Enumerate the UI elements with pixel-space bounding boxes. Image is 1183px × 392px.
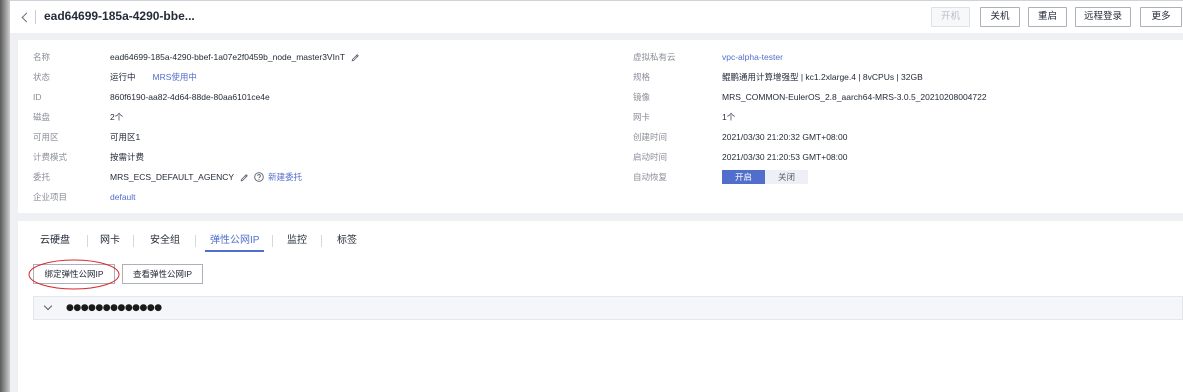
page-title: ead64699-185a-4290-bbe... (44, 9, 195, 23)
summary-row-id: ID 860f6190-aa82-4d64-88de-80aa6101ce4e (33, 91, 270, 103)
label-flavor: 规格 (633, 72, 651, 82)
created-time-value: 2021/03/30 21:20:32 GMT+08:00 (722, 132, 848, 142)
label-billing: 计费模式 (33, 152, 68, 162)
summary-row-disks: 磁盘 2个 (33, 111, 123, 123)
label-az: 可用区 (33, 132, 59, 142)
started-time-value: 2021/03/30 21:20:53 GMT+08:00 (722, 152, 848, 162)
more-button[interactable]: 更多 (1140, 7, 1182, 27)
back-chevron-left-icon[interactable] (18, 10, 30, 24)
summary-row-az: 可用区 可用区1 (33, 131, 140, 143)
agency-value: MRS_ECS_DEFAULT_AGENCY (110, 172, 235, 182)
label-nic: 网卡 (633, 112, 651, 122)
tab-monitoring[interactable]: 监控 (282, 232, 312, 252)
flavor-value: 鲲鹏通用计算增强型 | kc1.2xlarge.4 | 8vCPUs | 32G… (722, 72, 923, 82)
label-started-time: 启动时间 (633, 152, 668, 162)
summary-row-started: 启动时间 2021/03/30 21:20:53 GMT+08:00 (633, 151, 847, 163)
view-eip-button[interactable]: 查看弹性公网IP (122, 264, 203, 284)
summary-row-created: 创建时间 2021/03/30 21:20:32 GMT+08:00 (633, 131, 847, 143)
label-image: 镜像 (633, 92, 651, 102)
label-vpc: 虚拟私有云 (633, 52, 676, 62)
label-status: 状态 (33, 72, 51, 82)
disk-count-value: 2个 (110, 112, 124, 122)
restart-button[interactable]: 重启 (1028, 7, 1067, 27)
instance-summary-panel: 名称 ead64699-185a-4290-bbef-1a07e2f0459b_… (18, 40, 1183, 213)
tab-divider (321, 235, 322, 247)
instance-name-value: ead64699-185a-4290-bbef-1a07e2f0459b_nod… (110, 52, 345, 62)
mrs-in-use-tag[interactable]: MRS使用中 (153, 71, 197, 83)
create-agency-link[interactable]: 新建委托 (268, 171, 302, 183)
annotation-ellipse (28, 259, 120, 290)
power-off-button[interactable]: 关机 (980, 7, 1020, 27)
tab-nics[interactable]: 网卡 (95, 232, 125, 252)
az-value: 可用区1 (110, 132, 141, 142)
label-disks: 磁盘 (33, 112, 51, 122)
power-on-button[interactable]: 开机 (931, 7, 970, 27)
summary-row-image: 镜像 MRS_COMMON-EulerOS_2.8_aarch64-MRS-3.… (633, 91, 987, 103)
summary-row-status: 状态 运行中 MRS使用中 (33, 71, 197, 83)
detail-tabs-panel: 云硬盘 网卡 安全组 弹性公网IP 监控 标签 绑定弹性公网IP 查看弹性公网I… (18, 221, 1183, 392)
summary-row-agency: 委托 MRS_ECS_DEFAULT_AGENCY 新建委托 (33, 171, 302, 183)
instance-id-value: 860f6190-aa82-4d64-88de-80aa6101ce4e (110, 92, 270, 102)
page-header: ead64699-185a-4290-bbe... 开机 关机 重启 远程登录 … (10, 0, 1183, 33)
label-auto-recovery: 自动恢复 (633, 172, 668, 182)
summary-row-nic: 网卡 1个 (633, 111, 735, 123)
label-agency: 委托 (33, 172, 51, 182)
status-value: 运行中 (110, 72, 136, 82)
tab-evs-disks[interactable]: 云硬盘 (35, 232, 75, 252)
agency-help-question-circle-icon[interactable] (254, 172, 264, 182)
summary-row-billing: 计费模式 按需计费 (33, 151, 144, 163)
summary-row-flavor: 规格 鲲鹏通用计算增强型 | kc1.2xlarge.4 | 8vCPUs | … (633, 71, 923, 83)
label-id: ID (33, 92, 42, 102)
red-annotation-circle (28, 259, 120, 290)
eip-list-item[interactable]: ●●●●●●●●●●●●● (33, 296, 1183, 320)
tab-divider (87, 235, 88, 247)
vpc-link[interactable]: vpc-alpha-tester (722, 51, 783, 63)
label-enterprise-project: 企业项目 (33, 192, 68, 202)
enterprise-project-link[interactable]: default (110, 191, 136, 203)
tab-eips[interactable]: 弹性公网IP (205, 232, 265, 252)
name-edit-pencil-icon[interactable] (351, 53, 360, 62)
chevron-down-icon[interactable] (43, 302, 53, 312)
summary-row-enterprise-project: 企业项目 default (33, 191, 136, 203)
billing-mode-value: 按需计费 (110, 152, 145, 162)
image-value: MRS_COMMON-EulerOS_2.8_aarch64-MRS-3.0.5… (722, 92, 987, 102)
window-edge-shadow (0, 0, 10, 392)
label-created-time: 创建时间 (633, 132, 668, 142)
nic-count-value: 1个 (722, 112, 736, 122)
remote-login-button[interactable]: 远程登录 (1075, 7, 1131, 27)
tab-divider (272, 235, 273, 247)
summary-row-vpc: 虚拟私有云 vpc-alpha-tester (633, 51, 783, 63)
tab-tags[interactable]: 标签 (332, 232, 362, 252)
tab-divider (195, 235, 196, 247)
auto-recovery-on-option[interactable]: 开启 (722, 170, 765, 184)
agency-edit-pencil-icon[interactable] (240, 173, 249, 182)
summary-row-auto-recovery: 自动恢复 开启 关闭 (633, 170, 808, 184)
masked-eip-address: ●●●●●●●●●●●●● (66, 303, 162, 313)
auto-recovery-toggle: 开启 关闭 (722, 170, 808, 184)
header-divider (35, 10, 36, 24)
auto-recovery-off-option[interactable]: 关闭 (765, 170, 808, 184)
label-name: 名称 (33, 52, 51, 62)
tab-security-groups[interactable]: 安全组 (145, 232, 185, 252)
tab-divider (133, 235, 134, 247)
summary-row-name: 名称 ead64699-185a-4290-bbef-1a07e2f0459b_… (33, 51, 360, 63)
